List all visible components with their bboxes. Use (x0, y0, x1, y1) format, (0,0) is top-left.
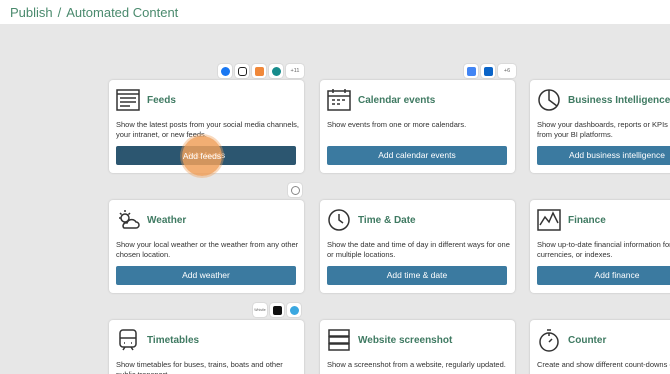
add-time-date-button[interactable]: Add time & date (327, 266, 507, 285)
transit-provider-dark-icon (270, 303, 284, 317)
timetable-source-badges: Whistle (253, 303, 301, 317)
sharepoint-icon (269, 64, 283, 78)
transit-provider-label: Whistle (254, 308, 266, 312)
card-description: Show timetables for buses, trains, boats… (116, 360, 283, 374)
card-description: Show your local weather or the weather f… (116, 240, 299, 259)
card-title: Finance (568, 215, 606, 226)
card-finance: Finance Show up-to-date financial inform… (530, 200, 670, 293)
card-title: Calendar events (358, 95, 436, 106)
facebook-icon (218, 64, 232, 78)
line-chart-icon (537, 209, 561, 231)
card-time-date: Time & Date Show the date and time of da… (320, 200, 515, 293)
feeds-source-badges: +11 (218, 64, 304, 78)
outlook-icon (481, 64, 495, 78)
breadcrumb-separator: / (57, 5, 62, 20)
add-finance-button[interactable]: Add finance (537, 266, 670, 285)
card-description: Show the date and time of day in differe… (327, 240, 510, 259)
card-title: Weather (147, 215, 187, 226)
card-description: Show your dashboards, reports or KPIs st… (537, 120, 670, 139)
card-counter: Counter Create and show different count-… (530, 320, 670, 374)
click-indicator-label: Add feeds (182, 151, 222, 161)
feeds-icon (116, 89, 140, 111)
weather-icon (119, 210, 140, 229)
transit-provider-blue-icon (287, 303, 301, 317)
train-icon (119, 329, 137, 351)
card-title: Feeds (147, 95, 176, 106)
card-title: Timetables (147, 335, 200, 346)
clock-icon (328, 209, 350, 231)
top-bar: Publish / Automated Content (0, 0, 670, 24)
add-business-intelligence-button[interactable]: Add business intelligence (537, 146, 670, 165)
rss-icon (252, 64, 266, 78)
breadcrumb: Publish / Automated Content (10, 5, 178, 20)
card-weather: Weather Show your local weather or the w… (109, 200, 304, 293)
card-title: Time & Date (358, 215, 416, 226)
breadcrumb-publish[interactable]: Publish (10, 5, 53, 20)
card-website-screenshot: Website screenshot Show a screenshot fro… (320, 320, 515, 374)
server-stack-icon (328, 329, 350, 351)
card-title: Counter (568, 335, 607, 346)
card-title: Website screenshot (358, 335, 453, 346)
card-timetables: Timetables Show timetables for buses, tr… (109, 320, 304, 374)
card-description: Create and show different count-downs or… (537, 360, 670, 369)
weather-provider-icon (288, 183, 302, 197)
weather-source-badges (288, 183, 302, 197)
stopwatch-icon (539, 329, 559, 352)
breadcrumb-current: Automated Content (66, 5, 179, 20)
card-description: Show a screenshot from a website, regula… (327, 360, 506, 369)
card-title: Business Intelligence (568, 95, 670, 106)
card-description: Show up-to-date financial information fo… (537, 240, 670, 259)
card-business-intelligence: Business Intelligence Show your dashboar… (530, 80, 670, 173)
calendar-icon (327, 89, 351, 111)
calendar-more-count: +6 (498, 64, 516, 78)
add-weather-button[interactable]: Add weather (116, 266, 296, 285)
instagram-icon (235, 64, 249, 78)
add-calendar-events-button[interactable]: Add calendar events (327, 146, 507, 165)
feeds-more-count: +11 (286, 64, 304, 78)
card-calendar-events: Calendar events Show events from one or … (320, 80, 515, 173)
transit-provider-icon: Whistle (253, 303, 267, 317)
card-description: Show events from one or more calendars. (327, 120, 467, 129)
calendar-source-badges: +6 (464, 64, 516, 78)
google-calendar-icon (464, 64, 478, 78)
pie-chart-icon (538, 89, 560, 111)
